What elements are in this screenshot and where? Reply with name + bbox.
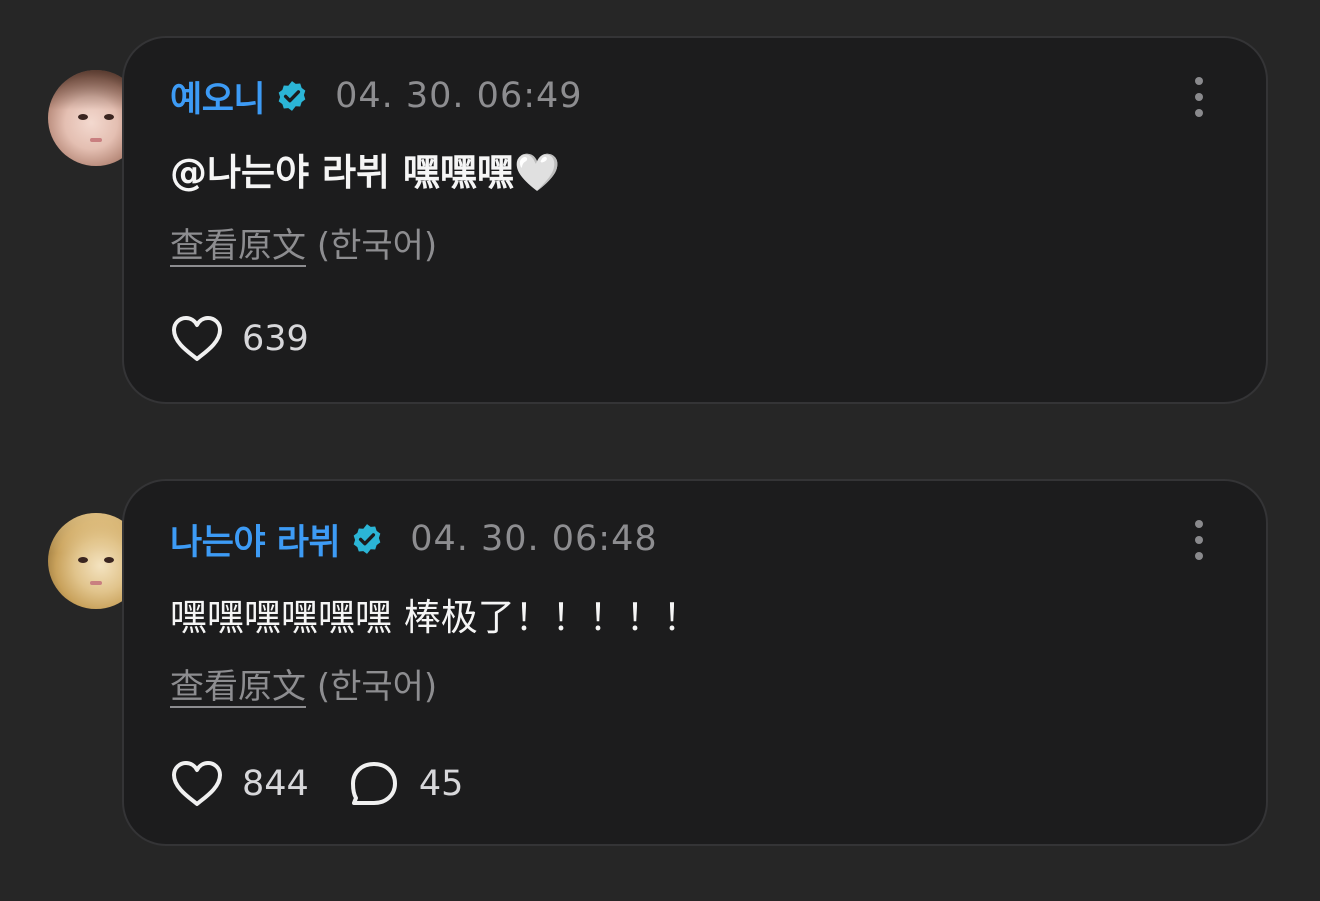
- like-button[interactable]: 639: [170, 314, 309, 364]
- author-name[interactable]: 나는야 라뷔: [170, 514, 341, 565]
- like-button[interactable]: 844: [170, 759, 309, 809]
- verified-badge-icon: [278, 81, 306, 111]
- comment-actions: 844 45: [170, 759, 501, 809]
- author-name[interactable]: 예오니: [170, 71, 266, 122]
- avatar-eye: [104, 114, 114, 120]
- original-language: (한국어): [316, 226, 438, 266]
- heart-icon: [172, 316, 222, 361]
- comment-card: 예오니 04. 30. 06:49 @나는야 라뷔 嘿嘿嘿🤍 查看原文 (한국어…: [122, 36, 1268, 404]
- comment-header: 나는야 라뷔 04. 30. 06:48: [170, 519, 658, 563]
- translate-row: 查看原文 (한국어): [170, 218, 437, 267]
- comment-text: @나는야 라뷔 嘿嘿嘿🤍: [170, 151, 561, 194]
- view-original-link[interactable]: 查看原文: [170, 226, 306, 266]
- original-language: (한국어): [316, 667, 438, 707]
- comment-card: 나는야 라뷔 04. 30. 06:48 嘿嘿嘿嘿嘿嘿 棒极了！！！！！ 查看原…: [122, 479, 1268, 846]
- avatar-eye: [78, 557, 88, 563]
- reply-button[interactable]: 45: [347, 759, 464, 809]
- comment-text: 嘿嘿嘿嘿嘿嘿 棒极了！！！！！: [170, 596, 700, 639]
- reply-count: 45: [418, 764, 464, 804]
- like-count: 844: [242, 764, 309, 804]
- comment-timestamp: 04. 30. 06:49: [335, 76, 583, 116]
- comment-header: 예오니 04. 30. 06:49: [170, 76, 583, 120]
- comment-timestamp: 04. 30. 06:48: [410, 519, 658, 559]
- like-count: 639: [242, 319, 309, 359]
- view-original-link[interactable]: 查看原文: [170, 667, 306, 707]
- avatar-mouth: [90, 581, 102, 585]
- more-options-icon[interactable]: [1194, 520, 1204, 560]
- verified-badge-icon: [353, 524, 381, 554]
- avatar-eye: [78, 114, 88, 120]
- reply-bubble-icon: [350, 762, 397, 805]
- avatar-eye: [104, 557, 114, 563]
- translate-row: 查看原文 (한국어): [170, 659, 437, 708]
- more-options-icon[interactable]: [1194, 77, 1204, 117]
- comment-actions: 639: [170, 314, 347, 364]
- avatar-mouth: [90, 138, 102, 142]
- heart-icon: [172, 761, 222, 806]
